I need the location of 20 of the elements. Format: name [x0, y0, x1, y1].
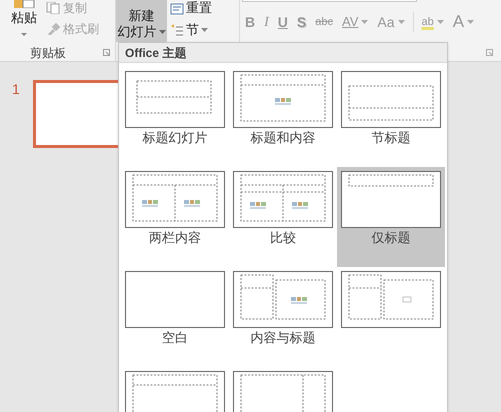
- caret-icon: [436, 20, 444, 24]
- paste-button[interactable]: 粘贴: [4, 0, 44, 46]
- slide-number: 1: [12, 80, 20, 99]
- brush-icon: [46, 23, 60, 35]
- section-button[interactable]: 节: [170, 21, 208, 39]
- caret-icon: [398, 20, 405, 24]
- caret-icon: [201, 28, 208, 32]
- caret-icon: [467, 20, 474, 24]
- dialog-launcher-icon: [486, 49, 493, 56]
- caret-icon: [158, 30, 166, 34]
- dialog-launcher-icon: [103, 49, 110, 56]
- section-icon: [170, 23, 184, 37]
- layout-option[interactable]: 仅标题: [337, 167, 445, 267]
- slide-thumbnail[interactable]: [33, 80, 118, 148]
- caret-icon: [361, 20, 368, 24]
- group-label: 剪贴板: [30, 45, 66, 62]
- caret-icon: [20, 32, 28, 37]
- reset-button[interactable]: 重置: [170, 0, 212, 16]
- gallery-header: Office 主题: [119, 43, 447, 63]
- new-slide-button[interactable]: 新建 幻灯片: [116, 0, 167, 42]
